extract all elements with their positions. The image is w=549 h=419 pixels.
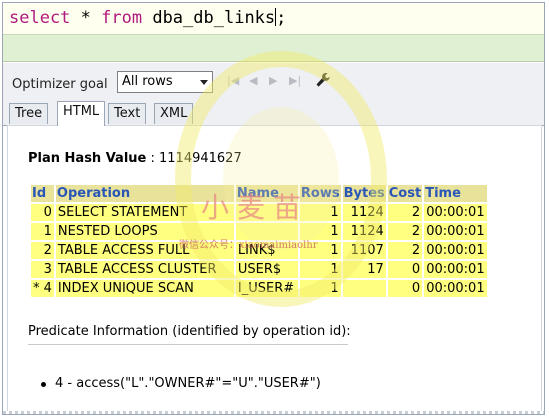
row-cost: 0 [387,280,423,297]
row-bytes: 1124 [342,204,386,221]
table-row: 3 TABLE ACCESS CLUSTER USER$ 1 17 0 00:0… [31,261,487,278]
plan-hash-line: Plan Hash Value : 1114941627 [28,151,242,166]
watermark-subtitle: 微信公众号：xiaomaimiaolhr [179,240,318,251]
row-rows: 1 [299,261,341,278]
row-name: USER$ [235,261,298,278]
row-id: 3 [31,261,54,278]
row-time: 00:00:01 [424,223,487,240]
sql-worksheet: select * from dba_db_links; Optimizer go… [2,2,545,415]
row-operation: TABLE ACCESS CLUSTER [55,261,234,278]
row-cost: 2 [387,223,423,240]
row-id: 2 [31,242,54,259]
tab-text[interactable]: Text [108,103,147,124]
predicate-item-text: 4 - access("L"."OWNER#"="U"."USER#") [55,376,321,391]
row-time: 00:00:01 [424,261,487,278]
row-operation: INDEX UNIQUE SCAN [55,280,234,297]
optimizer-goal-select[interactable]: All rows [117,71,213,93]
row-name: I_USER# [235,280,298,297]
row-time: 00:00:01 [424,204,487,221]
table-name-token: dba_db_links [142,8,276,28]
editor-blank-area[interactable] [3,35,544,62]
previous-icon[interactable]: ◀ [249,74,257,87]
plan-hash-label: Plan Hash Value [28,151,147,166]
first-icon[interactable]: |◀ [227,74,239,87]
row-time: 00:00:01 [424,280,487,297]
predicate-item: 4 - access("L"."OWNER#"="U"."USER#") [41,376,321,391]
predicate-heading: Predicate Information (identified by ope… [28,324,351,339]
plan-view-tabs: Tree HTML Text XML [3,101,544,126]
tab-xml[interactable]: XML [154,103,194,124]
row-cost: 2 [387,242,423,259]
row-id: * 4 [31,280,54,297]
row-rows: 1 [299,280,341,297]
plan-html-view: Plan Hash Value : 1114941627 Id Operatio… [7,125,542,414]
statement-terminator: ; [276,8,287,28]
wrench-icon[interactable] [315,72,331,90]
divider [28,344,348,345]
column-header-cost: Cost [387,185,423,202]
row-id: 1 [31,223,54,240]
sql-editor[interactable]: select * from dba_db_links; [3,3,544,35]
watermark-brand: 小麦苗 [201,191,310,224]
row-cost: 0 [387,261,423,278]
optimizer-goal-value: All rows [122,74,173,89]
row-bytes [342,280,386,297]
plan-toolbar: Optimizer goal All rows |◀ ◀ ▶ ▶| [3,63,544,102]
column-header-time: Time [424,185,487,202]
row-bytes: 1107 [342,242,386,259]
table-row: * 4 INDEX UNIQUE SCAN I_USER# 1 0 00:00:… [31,280,487,297]
column-header-bytes: Bytes [342,185,386,202]
plan-hash-separator: : [146,151,160,166]
row-bytes: 17 [342,261,386,278]
chevron-down-icon [200,80,208,85]
tab-tree[interactable]: Tree [9,103,49,124]
bullet-icon [41,382,46,387]
plan-hash-value: 1114941627 [159,151,242,166]
row-cost: 2 [387,204,423,221]
select-keyword: select [9,8,71,28]
column-header-id: Id [31,185,54,202]
tab-html[interactable]: HTML [57,101,106,126]
from-keyword: from [101,8,143,28]
optimizer-goal-label: Optimizer goal [12,77,108,92]
row-bytes: 1124 [342,223,386,240]
row-time: 00:00:01 [424,242,487,259]
last-icon[interactable]: ▶| [289,74,301,87]
star-token: * [70,8,102,28]
row-id: 0 [31,204,54,221]
next-icon[interactable]: ▶ [269,74,277,87]
torn-edge [3,411,544,414]
